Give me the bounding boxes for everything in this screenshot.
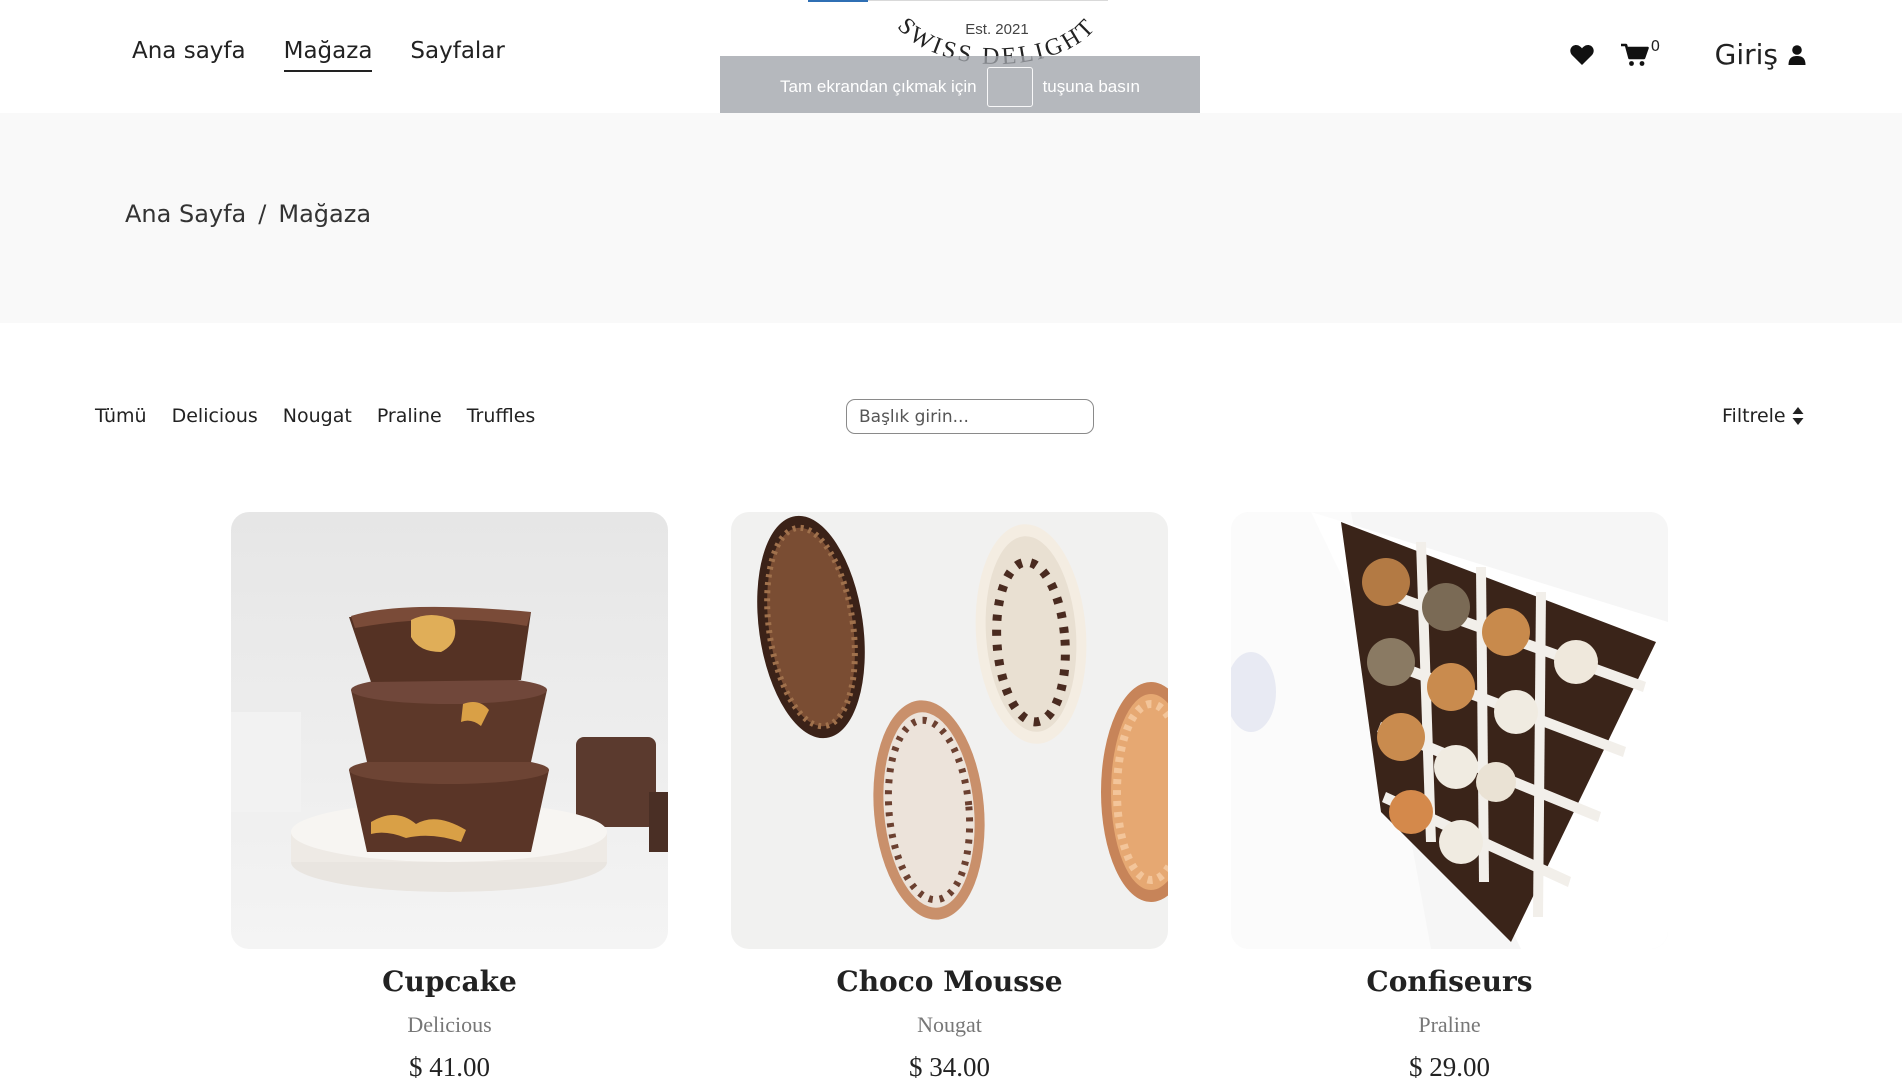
filter-label: Filtrele (1722, 405, 1786, 427)
product-card: Confiseurs Praline $ 29.00 (1231, 512, 1668, 1083)
breadcrumb-separator: / (258, 200, 267, 228)
title-search-input[interactable] (846, 399, 1094, 434)
heart-icon (1569, 45, 1594, 65)
product-card: Cupcake Delicious $ 41.00 (231, 512, 668, 1083)
category-delicious[interactable]: Delicious (172, 405, 258, 427)
product-image-choco-mousse[interactable] (731, 512, 1168, 949)
product-price: $ 34.00 (909, 1052, 990, 1082)
logo-est: Est. 2021 (965, 21, 1028, 38)
nav-shop[interactable]: Mağaza (283, 38, 373, 72)
product-category: Nougat (917, 1012, 982, 1037)
product-price: $ 41.00 (409, 1052, 490, 1082)
login-label: Giriş (1714, 38, 1778, 71)
product-category: Praline (1418, 1012, 1481, 1037)
esc-key-box (986, 67, 1033, 107)
product-image-cupcake[interactable] (231, 512, 668, 949)
nav-home[interactable]: Ana sayfa (132, 38, 246, 72)
nav-pages[interactable]: Sayfalar (410, 38, 504, 72)
header-actions: 0 Giriş (1569, 37, 1806, 71)
main-nav: Ana sayfa Mağaza Sayfalar (132, 38, 505, 72)
wishlist-button[interactable] (1569, 43, 1595, 66)
cart-button[interactable]: 0 (1620, 37, 1669, 67)
product-card: Choco Mousse Nougat $ 34.00 (731, 512, 1168, 1083)
breadcrumb: Ana Sayfa / Mağaza (125, 200, 371, 228)
category-tabs: Tümü Delicious Nougat Praline Truffles (95, 405, 535, 427)
product-image-confiseurs[interactable] (1231, 512, 1668, 949)
toast-text-after: tuşuna basın (1042, 77, 1140, 96)
product-category: Delicious (407, 1012, 492, 1037)
toast-text-before: Tam ekrandan çıkmak için (780, 77, 977, 96)
sort-icon (1792, 407, 1804, 425)
top-accent-bar (808, 0, 868, 2)
product-name[interactable]: Choco Mousse (731, 965, 1168, 998)
category-all[interactable]: Tümü (95, 405, 147, 427)
login-button[interactable]: Giriş (1715, 38, 1806, 71)
product-price: $ 29.00 (1409, 1052, 1490, 1082)
category-praline[interactable]: Praline (377, 405, 442, 427)
site-header: Ana sayfa Mağaza Sayfalar Est. 2021 SWIS… (0, 0, 1902, 118)
product-name[interactable]: Cupcake (231, 965, 668, 998)
cart-icon (1620, 43, 1649, 66)
product-name[interactable]: Confiseurs (1231, 965, 1668, 998)
category-nougat[interactable]: Nougat (283, 405, 352, 427)
cart-count-badge: 0 (1650, 36, 1661, 55)
breadcrumb-current: Mağaza (278, 200, 372, 228)
fullscreen-exit-toast: Tam ekrandan çıkmak için tuşuna basın (720, 56, 1200, 118)
user-icon (1788, 44, 1806, 65)
category-truffles[interactable]: Truffles (467, 405, 536, 427)
filter-toggle[interactable]: Filtrele (1722, 405, 1804, 427)
breadcrumb-home[interactable]: Ana Sayfa (125, 200, 246, 228)
breadcrumb-band: Ana Sayfa / Mağaza (0, 113, 1902, 323)
